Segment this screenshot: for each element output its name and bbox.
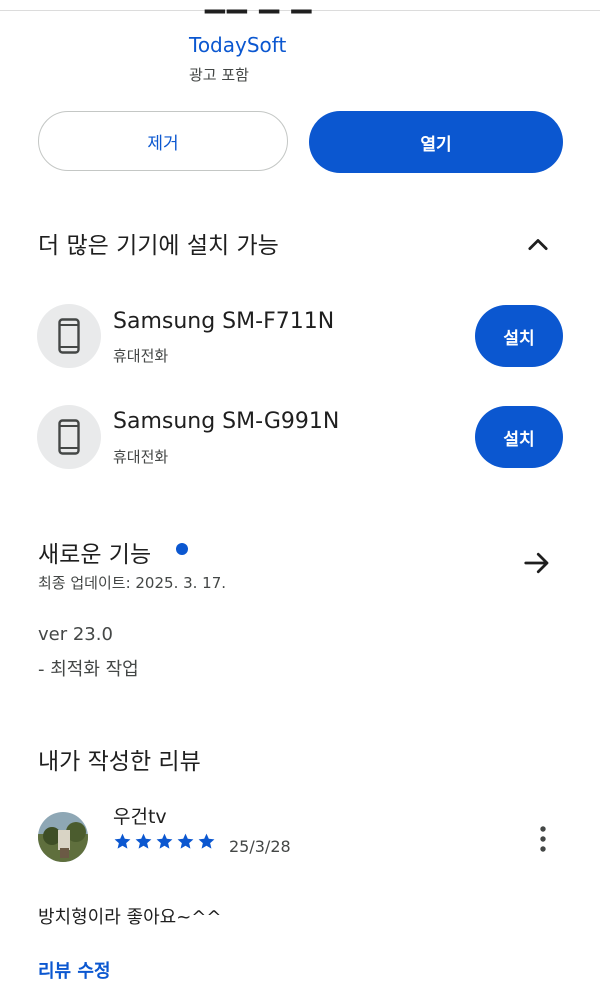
more-vert-icon[interactable] — [532, 824, 554, 854]
star-icon — [156, 833, 173, 849]
my-review-title: 내가 작성한 리뷰 — [38, 749, 201, 775]
more-devices-title: 더 많은 기기에 설치 가능 — [38, 233, 279, 259]
review-text: 방치형이라 좋아요~^^ — [38, 907, 222, 928]
device-name: Samsung SM-F711N — [113, 309, 335, 334]
device-icon-container — [37, 405, 101, 469]
rating-stars — [113, 832, 216, 851]
last-updated: 최종 업데이트: 2025. 3. 17. — [38, 574, 227, 592]
arrow-right-icon[interactable] — [522, 548, 552, 578]
install-button[interactable]: 설치 — [475, 305, 563, 367]
device-type: 휴대전화 — [113, 448, 169, 466]
device-type: 휴대전화 — [113, 347, 169, 365]
ad-note: 광고 포함 — [189, 66, 249, 84]
star-icon — [177, 833, 194, 849]
version-text: ver 23.0 — [38, 624, 113, 645]
developer-link[interactable]: TodaySoft — [189, 33, 286, 57]
star-icon — [114, 833, 131, 849]
device-name: Samsung SM-G991N — [113, 409, 340, 434]
avatar — [38, 812, 88, 862]
open-button[interactable]: 열기 — [309, 111, 563, 173]
remove-button[interactable]: 제거 — [38, 111, 288, 171]
install-button[interactable]: 설치 — [475, 406, 563, 468]
release-note: - 최적화 작업 — [38, 659, 139, 680]
edit-review-link[interactable]: 리뷰 수정 — [38, 957, 111, 983]
star-icon — [135, 833, 152, 849]
app-title-cutoff: ▁▁ ▁ ▁ — [205, 0, 314, 14]
reviewer-name: 우건tv — [113, 806, 167, 828]
chevron-up-icon[interactable] — [524, 230, 552, 258]
device-icon-container — [37, 304, 101, 368]
star-icon — [198, 833, 215, 849]
whats-new-title: 새로운 기능 — [38, 542, 152, 568]
phone-icon — [58, 318, 80, 354]
review-date: 25/3/28 — [229, 837, 291, 856]
phone-icon — [58, 419, 80, 455]
dot-indicator-icon — [176, 543, 188, 555]
